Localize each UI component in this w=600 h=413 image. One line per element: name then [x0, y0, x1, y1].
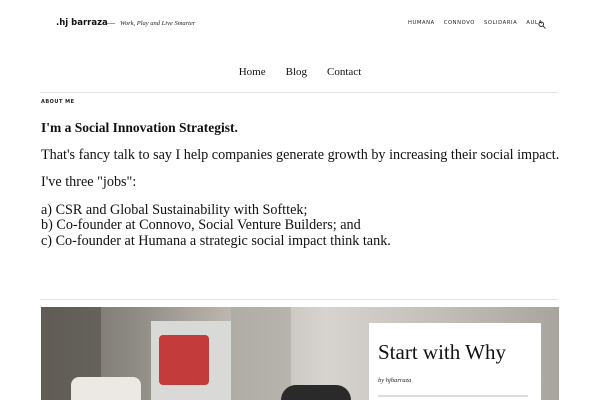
top-header: .hj barraza — Work, Play and Live Smarte… — [0, 0, 600, 50]
top-links: HUMANA CONNOVO SOLIDARIA AULA — [408, 20, 543, 26]
brand-separator: — — [106, 18, 115, 28]
site-logo[interactable]: .hj barraza — [56, 18, 108, 28]
search-icon[interactable] — [538, 21, 546, 29]
job-item: c) Co-founder at Humana a strategic soci… — [41, 232, 391, 249]
post-byline: by hjbarraza — [378, 377, 412, 384]
post-excerpt-line — [378, 395, 528, 397]
image-shape — [71, 377, 141, 400]
about-content: I'm a Social Innovation Strategist. That… — [41, 120, 561, 249]
about-jobs-intro: I've three "jobs": — [41, 174, 137, 190]
top-link-humana[interactable]: HUMANA — [408, 20, 435, 26]
job-item: b) Co-founder at Connovo, Social Venture… — [41, 217, 361, 233]
section-label: ABOUT ME — [41, 99, 75, 105]
nav-contact[interactable]: Contact — [327, 66, 361, 78]
main-nav: Home Blog Contact — [0, 66, 600, 78]
divider — [40, 299, 558, 300]
about-intro: That's fancy talk to say I help companie… — [41, 146, 560, 163]
divider — [40, 92, 558, 93]
image-shape — [231, 307, 291, 400]
top-link-connovo[interactable]: CONNOVO — [444, 20, 475, 26]
top-link-solidaria[interactable]: SOLIDARIA — [484, 20, 517, 26]
site-tagline: Work, Play and Live Smarter — [120, 20, 196, 27]
image-shape — [159, 335, 209, 385]
nav-blog[interactable]: Blog — [286, 66, 307, 78]
about-headline: I'm a Social Innovation Strategist. — [41, 120, 238, 135]
post-title[interactable]: Start with Why — [378, 340, 506, 365]
nav-home[interactable]: Home — [239, 66, 266, 78]
image-shape — [281, 385, 351, 400]
job-item: a) CSR and Global Sustainability with So… — [41, 201, 308, 218]
